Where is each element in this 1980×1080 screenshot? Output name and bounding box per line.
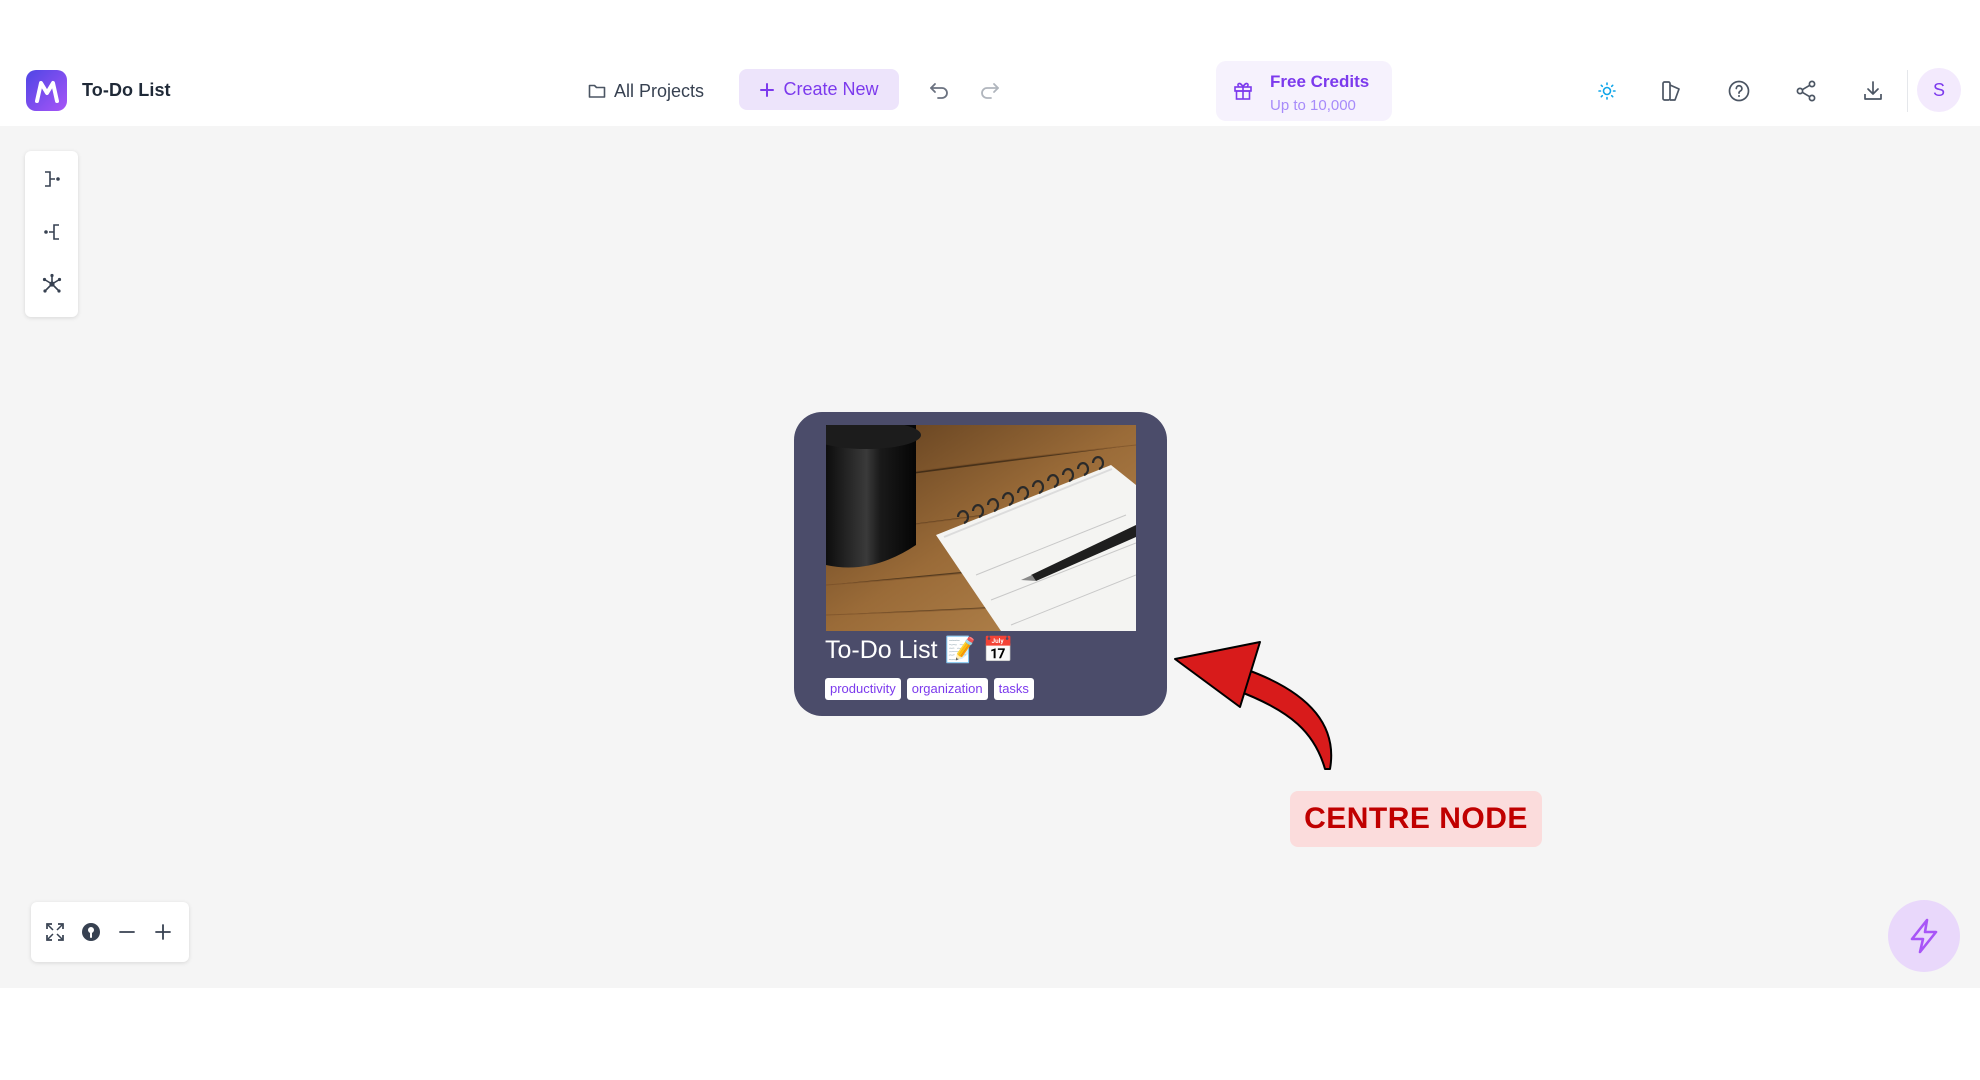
create-new-button[interactable]: Create New (739, 69, 899, 110)
top-header: To-Do List All Projects Create New Free … (0, 56, 1980, 126)
logo-m-icon (34, 80, 59, 103)
free-credits-button[interactable]: Free Credits Up to 10,000 (1216, 61, 1392, 121)
right-tree-layout-button[interactable] (38, 165, 65, 192)
download-icon (1864, 81, 1882, 100)
fit-view-icon (46, 923, 64, 941)
project-title[interactable]: To-Do List (82, 80, 171, 101)
app-logo[interactable] (26, 70, 67, 111)
left-tree-layout-button[interactable] (38, 218, 65, 245)
user-avatar[interactable]: S (1917, 68, 1961, 112)
help-button[interactable] (1723, 75, 1755, 107)
radial-layout-button[interactable] (38, 270, 65, 297)
mindmap-canvas[interactable]: To-Do List 📝 📅 productivity organization… (0, 126, 1980, 988)
folder-icon (588, 84, 606, 98)
all-projects-button[interactable]: All Projects (588, 76, 704, 106)
tag-productivity[interactable]: productivity (825, 678, 901, 700)
locate-icon (82, 923, 100, 941)
undo-icon (930, 83, 948, 99)
centre-node[interactable]: To-Do List 📝 📅 productivity organization… (794, 412, 1167, 716)
ai-assist-button[interactable] (1888, 900, 1960, 972)
centre-node-callout: CENTRE NODE (1290, 791, 1542, 847)
tag-organization[interactable]: organization (906, 678, 988, 700)
fit-view-button[interactable] (41, 918, 69, 946)
redo-icon (981, 83, 999, 99)
layout-icon (1662, 81, 1680, 101)
node-tags: productivity organization tasks (825, 678, 1034, 700)
locate-centre-button[interactable] (77, 918, 105, 946)
create-new-label: Create New (783, 79, 879, 99)
credits-title: Free Credits (1270, 72, 1370, 91)
radial-layout-icon (42, 273, 61, 293)
right-tree-icon (44, 170, 60, 187)
download-button[interactable] (1857, 75, 1889, 107)
theme-toggle-button[interactable] (1591, 75, 1623, 107)
annotation-arrow-icon (1174, 641, 1333, 770)
zoom-out-icon (119, 931, 135, 933)
app-window: To-Do List All Projects Create New Free … (0, 0, 1980, 1080)
gift-icon (1234, 82, 1252, 100)
header-divider (1907, 70, 1908, 112)
zoom-out-button[interactable] (113, 918, 141, 946)
plus-icon (760, 82, 775, 97)
lightning-icon (1910, 918, 1938, 954)
left-tree-icon (43, 223, 59, 240)
share-button[interactable] (1790, 75, 1822, 107)
zoom-controls (31, 902, 189, 962)
all-projects-label: All Projects (614, 80, 705, 101)
sun-icon (1598, 82, 1616, 100)
help-icon (1728, 80, 1750, 102)
planner-photo-image (826, 425, 1136, 631)
tag-tasks[interactable]: tasks (993, 678, 1034, 700)
undo-button[interactable] (925, 76, 953, 104)
redo-button[interactable] (976, 76, 1004, 104)
layout-toolbar (25, 151, 78, 317)
share-icon (1796, 80, 1816, 102)
layout-style-button[interactable] (1656, 75, 1688, 107)
node-image (826, 425, 1136, 631)
zoom-in-button[interactable] (149, 918, 177, 946)
zoom-in-icon (155, 924, 171, 940)
credits-subtitle: Up to 10,000 (1270, 97, 1356, 114)
node-title[interactable]: To-Do List 📝 📅 (825, 636, 1014, 665)
